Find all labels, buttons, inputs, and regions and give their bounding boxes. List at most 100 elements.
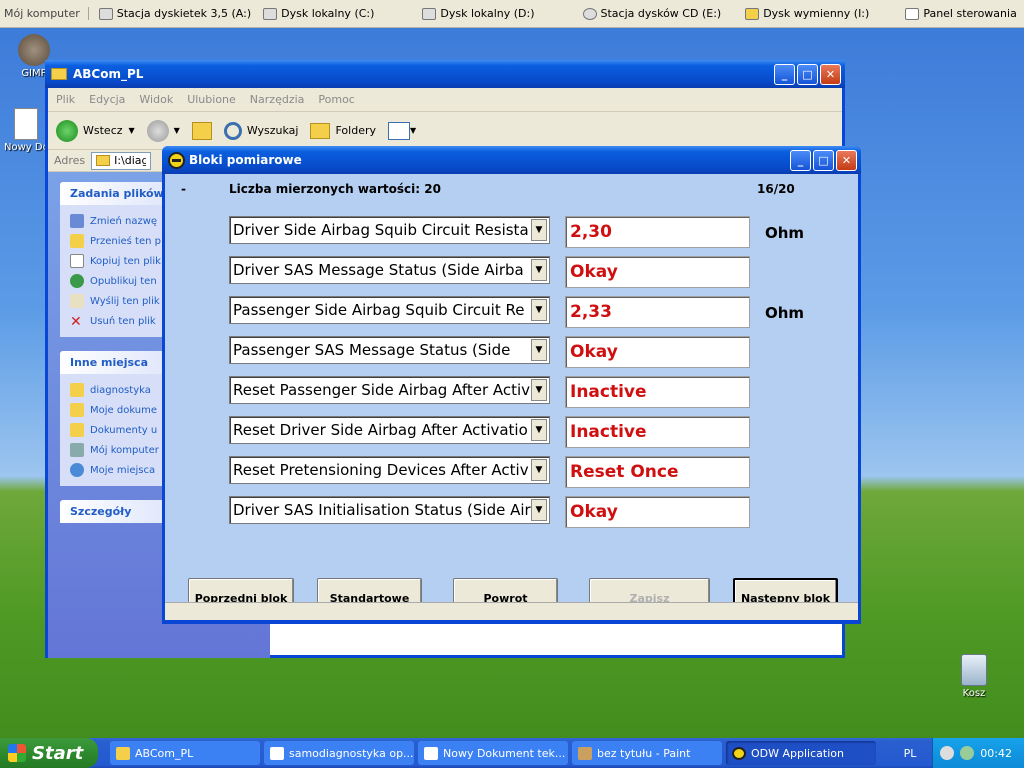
parameter-value: Okay [565, 256, 750, 288]
explorer-toolbar: Wstecz ▼ ▼ Wyszukaj Foldery ▼ [48, 112, 842, 150]
measurement-row: Driver Side Airbag Squib Circuit Resista… [229, 216, 849, 248]
chevron-down-icon[interactable]: ▼ [531, 259, 547, 281]
chevron-down-icon[interactable]: ▼ [531, 499, 547, 521]
globe-icon [70, 274, 84, 288]
measurement-row: Passenger Side Airbag Squib Circuit Re ▼ … [229, 296, 849, 328]
parameter-select[interactable]: Passenger SAS Message Status (Side ▼ [229, 336, 550, 364]
measurement-row: Reset Driver Side Airbag After Activatio… [229, 416, 849, 448]
chevron-down-icon: ▼ [410, 126, 417, 135]
parameter-select[interactable]: Driver SAS Message Status (Side Airba ▼ [229, 256, 550, 284]
recycle-bin-icon [961, 654, 987, 686]
back-button[interactable]: Wstecz ▼ [56, 119, 135, 142]
chevron-down-icon[interactable]: ▼ [531, 299, 547, 321]
quickbar-disk-d[interactable]: Dysk lokalny (D:) [422, 7, 535, 20]
parameter-value: Okay [565, 336, 750, 368]
parameter-value: Reset Once [565, 456, 750, 488]
chevron-down-icon[interactable]: ▼ [531, 219, 547, 241]
menu-file[interactable]: Plik [56, 93, 75, 106]
quickbar-cd-e[interactable]: Stacja dysków CD (E:) [582, 7, 721, 20]
quickbar-my-computer[interactable]: Mój komputer [4, 7, 89, 20]
close-button[interactable]: ✕ [820, 64, 841, 85]
chevron-down-icon[interactable]: ▼ [531, 419, 547, 441]
desktop-icon-recycle-bin[interactable]: Kosz [944, 654, 1004, 699]
language-indicator[interactable]: PL [890, 738, 930, 768]
back-arrow-icon [56, 119, 78, 142]
chevron-down-icon: ▼ [128, 126, 135, 135]
chevron-down-icon: ▼ [173, 126, 180, 135]
views-button[interactable]: ▼ [388, 121, 417, 140]
control-panel-icon [905, 7, 920, 20]
document-icon [270, 746, 284, 760]
hard-disk-icon [263, 7, 278, 20]
quickbar-removable-i[interactable]: Dysk wymienny (I:) [745, 7, 869, 20]
folder-icon [70, 403, 84, 417]
menu-view[interactable]: Widok [139, 93, 173, 106]
parameter-select[interactable]: Driver SAS Initialisation Status (Side A… [229, 496, 550, 524]
chevron-down-icon[interactable]: ▼ [531, 459, 547, 481]
block-page-indicator: 16/20 [757, 182, 795, 196]
parameter-select[interactable]: Passenger Side Airbag Squib Circuit Re ▼ [229, 296, 550, 324]
app-logo-icon [732, 746, 746, 760]
menu-help[interactable]: Pomoc [318, 93, 354, 106]
folder-icon [310, 122, 331, 139]
chevron-down-icon[interactable]: ▼ [531, 379, 547, 401]
tray-network-icon[interactable] [940, 746, 955, 760]
quickbar-floppy[interactable]: Stacja dyskietek 3,5 (A:) [98, 7, 251, 20]
forward-button[interactable]: ▼ [146, 119, 180, 142]
dialog-body: - Liczba mierzonych wartości: 20 16/20 D… [165, 174, 858, 620]
parameter-select[interactable]: Reset Pretensioning Devices After Activ ▼ [229, 456, 550, 484]
measurement-row: Reset Pretensioning Devices After Activ ▼… [229, 456, 849, 488]
parameter-select[interactable]: Reset Passenger Side Airbag After Activ ▼ [229, 376, 550, 404]
taskbar: Start ABCom_PL samodiagnostyka op... Now… [0, 738, 1024, 768]
computer-icon [70, 443, 84, 457]
task-odw-application[interactable]: ODW Application [726, 741, 876, 765]
document-icon [14, 108, 38, 140]
folder-icon [70, 423, 84, 437]
measurement-row: Driver SAS Message Status (Side Airba ▼ O… [229, 256, 849, 288]
views-icon [388, 121, 410, 140]
dialog-maximize-button[interactable]: □ [813, 150, 834, 171]
task-new-text-document[interactable]: Nowy Dokument tek... [418, 741, 568, 765]
chevron-down-icon[interactable]: ▼ [531, 339, 547, 361]
move-icon [70, 234, 84, 248]
mail-icon [70, 294, 84, 308]
task-paint[interactable]: bez tytułu - Paint [572, 741, 722, 765]
menu-tools[interactable]: Narzędzia [250, 93, 305, 106]
task-samodiagnostyka[interactable]: samodiagnostyka op... [264, 741, 414, 765]
minimize-button[interactable]: _ [774, 64, 795, 85]
up-folder-button[interactable] [191, 121, 212, 140]
search-icon [223, 121, 242, 140]
clock[interactable]: 00:42 [980, 747, 1012, 760]
folders-button[interactable]: Foldery [310, 122, 376, 139]
parameter-value: 2,33 [565, 296, 750, 328]
measurement-row: Driver SAS Initialisation Status (Side A… [229, 496, 849, 528]
header-dash: - [181, 182, 186, 196]
dialog-close-button[interactable]: ✕ [836, 150, 857, 171]
document-icon [424, 746, 438, 760]
task-abcom[interactable]: ABCom_PL [110, 741, 260, 765]
parameter-select[interactable]: Driver Side Airbag Squib Circuit Resista… [229, 216, 550, 244]
start-button[interactable]: Start [0, 738, 98, 768]
search-button[interactable]: Wyszukaj [223, 121, 298, 140]
folder-icon [70, 383, 84, 397]
desktop-icon-new-document[interactable]: Nowy Dokum [4, 108, 48, 153]
quickbar-disk-c[interactable]: Dysk lokalny (C:) [263, 7, 374, 20]
quick-launch-bar: Mój komputer Stacja dyskietek 3,5 (A:) D… [0, 0, 1024, 28]
folder-icon [51, 68, 67, 80]
parameter-select[interactable]: Reset Driver Side Airbag After Activatio… [229, 416, 550, 444]
explorer-titlebar[interactable]: ABCom_PL _ □ ✕ [45, 60, 845, 88]
dialog-status-bar [165, 602, 858, 620]
copy-icon [70, 254, 84, 268]
tray-app-icon[interactable] [960, 746, 975, 760]
quickbar-control-panel[interactable]: Panel sterowania [905, 7, 1017, 20]
menu-edit[interactable]: Edycja [89, 93, 125, 106]
dialog-minimize-button[interactable]: _ [790, 150, 811, 171]
app-logo-icon [168, 151, 185, 169]
dialog-titlebar[interactable]: Bloki pomiarowe _ □ ✕ [162, 146, 861, 174]
parameter-value: 2,30 [565, 216, 750, 248]
parameter-value: Inactive [565, 376, 750, 408]
menu-favorites[interactable]: Ulubione [187, 93, 236, 106]
folder-icon [96, 155, 111, 166]
address-input[interactable]: I:\diagnost [91, 151, 152, 170]
maximize-button[interactable]: □ [797, 64, 818, 85]
